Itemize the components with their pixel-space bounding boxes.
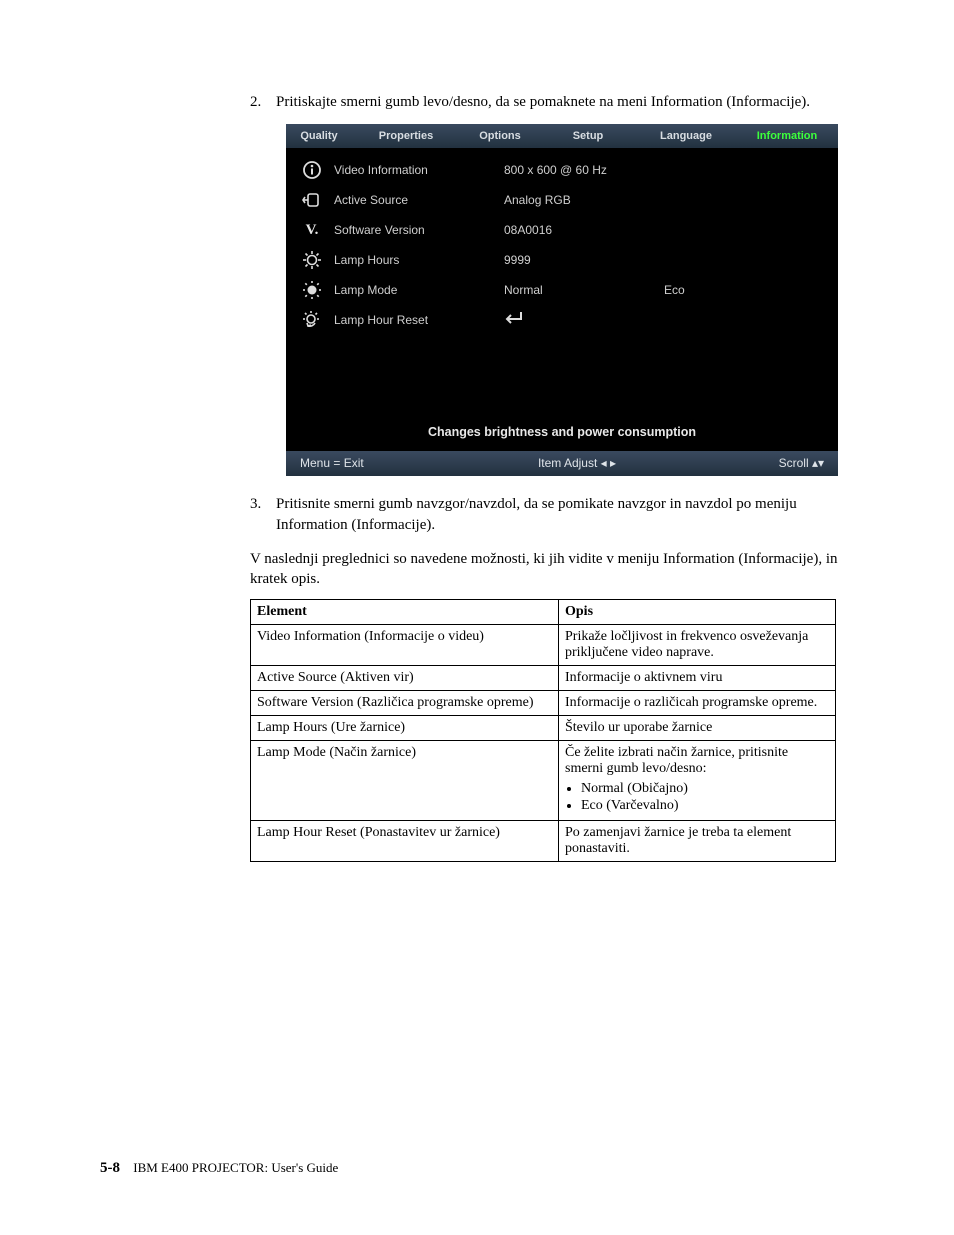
table-row: Lamp Hours (Ure žarnice) Število ur upor… xyxy=(251,716,836,741)
osd-tab-options: Options xyxy=(460,124,540,148)
step-2: 2. Pritiskajte smerni gumb levo/desno, d… xyxy=(250,92,844,112)
page-number: 5-8 xyxy=(100,1160,120,1176)
cell-opis: Informacije o različicah programske opre… xyxy=(559,691,836,716)
source-icon xyxy=(300,189,324,211)
osd-tab-language: Language xyxy=(636,124,736,148)
table-row: Lamp Mode (Način žarnice) Če želite izbr… xyxy=(251,741,836,821)
osd-body: Video Information 800 x 600 @ 60 Hz Acti… xyxy=(286,149,838,451)
table-row: Video Information (Informacije o videu) … xyxy=(251,625,836,666)
cell-opis-intro: Če želite izbrati način žarnice, pritisn… xyxy=(565,745,788,776)
osd-screenshot: Quality Properties Options Setup Languag… xyxy=(286,124,838,476)
step-3: 3. Pritisnite smerni gumb navzgor/navzdo… xyxy=(250,494,844,535)
osd-label: Lamp Hours xyxy=(334,253,494,267)
table-row: Lamp Hour Reset (Ponastavitev ur žarnice… xyxy=(251,821,836,862)
osd-description: Changes brightness and power consumption xyxy=(286,415,838,447)
th-element: Element xyxy=(251,600,559,625)
osd-value: 800 x 600 @ 60 Hz xyxy=(504,163,654,177)
lamp-reset-icon xyxy=(300,309,324,331)
cell-opis: Po zamenjavi žarnice je treba ta element… xyxy=(559,821,836,862)
osd-label: Active Source xyxy=(334,193,494,207)
osd-footer: Menu = Exit Item Adjust ◂ ▸ Scroll ▴▾ xyxy=(286,451,838,476)
osd-label: Software Version xyxy=(334,223,494,237)
osd-row-lamp-reset: Lamp Hour Reset xyxy=(286,305,838,335)
cell-opis: Če želite izbrati način žarnice, pritisn… xyxy=(559,741,836,821)
version-icon: V. xyxy=(300,219,324,241)
osd-row-video-info: Video Information 800 x 600 @ 60 Hz xyxy=(286,155,838,185)
lamp-mode-icon xyxy=(300,279,324,301)
osd-value: 08A0016 xyxy=(504,223,654,237)
osd-label: Video Information xyxy=(334,163,494,177)
osd-row-active-source: Active Source Analog RGB xyxy=(286,185,838,215)
osd-tabs: Quality Properties Options Setup Languag… xyxy=(286,124,838,149)
osd-foot-scroll: Scroll ▴▾ xyxy=(654,456,824,470)
osd-tab-properties: Properties xyxy=(352,124,460,148)
osd-tab-information: Information xyxy=(736,124,838,148)
cell-element: Lamp Hours (Ure žarnice) xyxy=(251,716,559,741)
cell-element: Software Version (Različica programske o… xyxy=(251,691,559,716)
cell-element: Active Source (Aktiven vir) xyxy=(251,666,559,691)
enter-icon xyxy=(504,311,654,330)
step-2-text: Pritiskajte smerni gumb levo/desno, da s… xyxy=(276,92,844,112)
th-opis: Opis xyxy=(559,600,836,625)
step-3-text: Pritisnite smerni gumb navzgor/navzdol, … xyxy=(276,494,844,535)
lamp-hours-icon xyxy=(300,249,324,271)
page-footer: 5-8 IBM E400 PROJECTOR: User's Guide xyxy=(100,1160,338,1177)
footer-title: IBM E400 PROJECTOR: User's Guide xyxy=(133,1160,338,1175)
osd-value-alt: Eco xyxy=(664,283,685,297)
cell-element: Lamp Mode (Način žarnice) xyxy=(251,741,559,821)
info-icon xyxy=(300,159,324,181)
intro-paragraph: V naslednji preglednici so navedene možn… xyxy=(250,549,844,590)
cell-opis-list: Normal (Običajno) Eco (Varčevalno) xyxy=(581,781,829,814)
step-3-num: 3. xyxy=(250,494,276,535)
osd-value: Normal xyxy=(504,283,654,297)
step-2-num: 2. xyxy=(250,92,276,112)
osd-row-lamp-mode: Lamp Mode Normal Eco xyxy=(286,275,838,305)
table-row: Software Version (Različica programske o… xyxy=(251,691,836,716)
cell-opis: Število ur uporabe žarnice xyxy=(559,716,836,741)
osd-foot-adjust: Item Adjust ◂ ▸ xyxy=(500,456,654,470)
cell-opis: Informacije o aktivnem viru xyxy=(559,666,836,691)
osd-label: Lamp Mode xyxy=(334,283,494,297)
osd-value: 9999 xyxy=(504,253,654,267)
spec-table: Element Opis Video Information (Informac… xyxy=(250,599,836,862)
table-header-row: Element Opis xyxy=(251,600,836,625)
osd-row-lamp-hours: Lamp Hours 9999 xyxy=(286,245,838,275)
list-item: Normal (Običajno) xyxy=(581,781,829,797)
osd-label: Lamp Hour Reset xyxy=(334,313,494,327)
osd-row-software-version: V. Software Version 08A0016 xyxy=(286,215,838,245)
list-item: Eco (Varčevalno) xyxy=(581,798,829,814)
osd-value: Analog RGB xyxy=(504,193,654,207)
cell-element: Video Information (Informacije o videu) xyxy=(251,625,559,666)
cell-element: Lamp Hour Reset (Ponastavitev ur žarnice… xyxy=(251,821,559,862)
cell-opis: Prikaže ločljivost in frekvenco osveževa… xyxy=(559,625,836,666)
osd-foot-menu: Menu = Exit xyxy=(300,456,500,470)
table-row: Active Source (Aktiven vir) Informacije … xyxy=(251,666,836,691)
osd-tab-setup: Setup xyxy=(540,124,636,148)
osd-tab-quality: Quality xyxy=(286,124,352,148)
